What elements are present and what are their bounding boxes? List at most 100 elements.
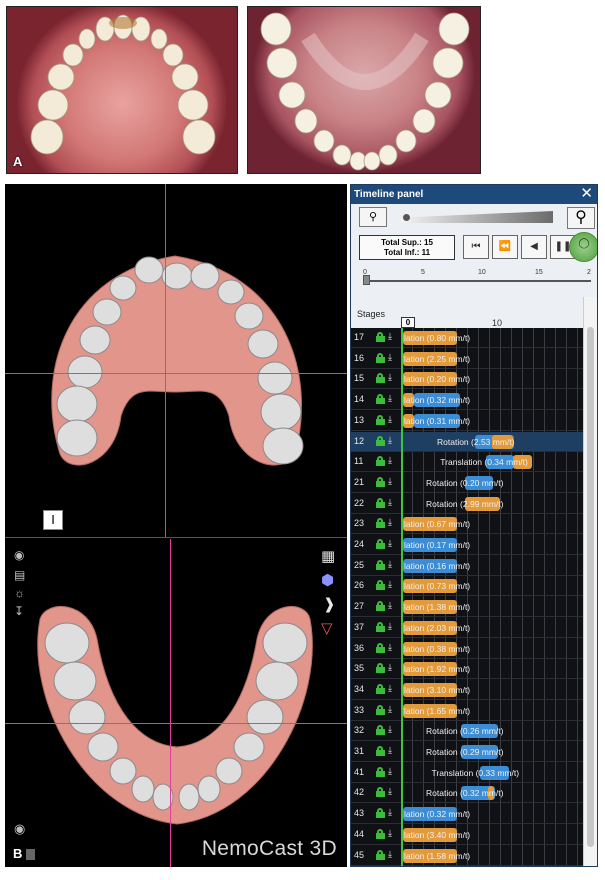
unlock-icon[interactable] — [376, 373, 385, 384]
table-row[interactable]: 17 ⤓ lation (0.80 mm/t) — [351, 328, 583, 348]
table-row[interactable]: 15 ⤓ lation (0.20 mm/t) — [351, 369, 583, 390]
download-icon[interactable]: ⤓ — [388, 683, 392, 694]
table-row[interactable]: 13 ⤓ lation (0.31 mm/t) — [351, 411, 583, 431]
download-icon[interactable]: ⤓ — [388, 455, 392, 466]
mesh-icon[interactable]: ⬢ — [321, 573, 334, 588]
3d-viewport[interactable]: I ◉ ▤ ☼ ↧ ▦ ⬢ ❱ ▽ ◉ B NemoCast 3D — [5, 184, 347, 867]
unlock-icon[interactable] — [376, 683, 385, 694]
timeline-scrollbar[interactable] — [583, 297, 597, 866]
stage-step-slider[interactable]: 0 5 10 15 2 — [363, 269, 591, 285]
table-row[interactable]: 42 ⤓ Rotation (0.32 mm/t) — [351, 783, 583, 804]
upper-jaw-view[interactable]: I — [5, 184, 347, 538]
download-icon[interactable]: ⤓ — [388, 497, 392, 508]
table-row[interactable]: 37 ⤓ lation (2.03 mm/t) — [351, 618, 583, 638]
download-icon[interactable]: ⤓ — [388, 786, 392, 797]
download-icon[interactable]: ⤓ — [388, 621, 392, 632]
download-icon[interactable]: ⤓ — [388, 642, 392, 653]
download-icon[interactable]: ⤓ — [388, 414, 392, 425]
scrollbar-thumb[interactable] — [587, 327, 594, 847]
download-icon[interactable]: ⤓ — [388, 766, 392, 777]
zoom-slider-knob[interactable] — [403, 214, 410, 221]
table-row[interactable]: 14 ⤓ lation (0.32 mm/t) — [351, 390, 583, 411]
table-row[interactable]: 41 ⤓ Translation (0.33 mm/t) — [351, 763, 583, 783]
unlock-icon[interactable] — [376, 580, 385, 591]
download-icon[interactable]: ⤓ — [388, 435, 392, 446]
table-row[interactable]: 24 ⤓ lation (0.17 mm/t) — [351, 535, 583, 555]
table-row[interactable]: 11 ⤓ Translation (0.34 mm/t) — [351, 452, 583, 473]
stage-cursor[interactable]: 0 — [401, 317, 415, 328]
snapshot-camera-icon[interactable]: ◉ — [14, 822, 25, 835]
unlock-icon[interactable] — [376, 456, 385, 467]
unlock-icon[interactable] — [376, 414, 385, 425]
unlock-icon[interactable] — [376, 539, 385, 549]
unlock-icon[interactable] — [376, 704, 385, 715]
table-row[interactable]: 21 ⤓ Rotation (0.20 mm/t) — [351, 473, 583, 493]
download-icon[interactable]: ⤓ — [388, 352, 392, 363]
zoom-slider-track[interactable] — [401, 211, 553, 223]
table-row[interactable]: 25 ⤓ lation (0.16 mm/t) — [351, 556, 583, 576]
download-icon[interactable]: ⤓ — [388, 331, 392, 342]
table-row[interactable]: 32 ⤓ Rotation (0.26 mm/t) — [351, 721, 583, 742]
step-back-button[interactable]: ◀ — [521, 235, 547, 259]
image-icon[interactable]: ▤ — [14, 569, 25, 581]
unlock-icon[interactable] — [376, 787, 385, 798]
download-icon[interactable]: ⤓ — [388, 579, 392, 590]
rewind-button[interactable]: ⏪ — [492, 235, 518, 259]
unlock-icon[interactable] — [376, 518, 385, 529]
unlock-icon[interactable] — [376, 725, 385, 736]
download-icon[interactable]: ⤓ — [388, 662, 392, 673]
zoom-out-button[interactable]: ⚲ — [359, 207, 387, 227]
download-icon[interactable]: ⤓ — [388, 600, 392, 611]
download-icon[interactable]: ⤓ — [388, 559, 392, 570]
unlock-icon[interactable] — [376, 394, 385, 405]
download-icon[interactable]: ⤓ — [388, 372, 392, 383]
table-row[interactable]: 36 ⤓ lation (0.38 mm/t) — [351, 639, 583, 659]
unlock-icon[interactable] — [376, 497, 385, 508]
zoom-in-button[interactable]: ⚲ — [567, 207, 595, 229]
stage-marker-box[interactable]: I — [43, 510, 63, 530]
play-button[interactable]: ◯ — [569, 232, 597, 262]
download-icon[interactable]: ⤓ — [388, 538, 392, 549]
table-row[interactable]: 35 ⤓ lation (1.92 mm/t) — [351, 659, 583, 680]
unlock-icon[interactable] — [376, 766, 385, 777]
grid-cube-icon[interactable]: ▦ — [321, 549, 335, 564]
download-icon[interactable]: ⤓ — [388, 745, 392, 756]
table-row[interactable]: 31 ⤓ Rotation (0.29 mm/t) — [351, 742, 583, 762]
download-icon[interactable]: ⤓ — [388, 393, 392, 404]
table-row[interactable]: 23 ⤓ lation (0.67 mm/t) — [351, 514, 583, 535]
teeth-icon[interactable]: ▽ — [321, 621, 333, 636]
table-row[interactable]: 16 ⤓ lation (2.25 mm/t) — [351, 349, 583, 369]
export-icon[interactable]: ↧ — [14, 605, 24, 617]
table-row[interactable]: 27 ⤓ lation (1.38 mm/t) — [351, 597, 583, 618]
unlock-icon[interactable] — [376, 621, 385, 632]
download-icon[interactable]: ⤓ — [388, 849, 392, 860]
unlock-icon[interactable] — [376, 808, 385, 819]
unlock-icon[interactable] — [376, 746, 385, 756]
unlock-icon[interactable] — [376, 332, 385, 342]
table-row[interactable]: 12 ⤓ Rotation (2.53 mm/t) — [351, 431, 583, 452]
table-row[interactable]: 22 ⤓ Rotation (2.99 mm/t) — [351, 494, 583, 514]
close-icon[interactable]: ✕ — [580, 185, 593, 203]
lower-jaw-view[interactable]: ◉ ▤ ☼ ↧ ▦ ⬢ ❱ ▽ ◉ B NemoCast 3D — [5, 539, 347, 867]
skip-to-start-button[interactable]: ⏮ — [463, 235, 489, 259]
download-icon[interactable]: ⤓ — [388, 517, 392, 528]
unlock-icon[interactable] — [376, 828, 385, 839]
step-slider-knob[interactable] — [363, 275, 370, 285]
table-row[interactable]: 45 ⤓ lation (1.58 mm/t) — [351, 846, 583, 866]
unlock-icon[interactable] — [376, 601, 385, 612]
unlock-icon[interactable] — [376, 663, 385, 674]
download-icon[interactable]: ⤓ — [388, 724, 392, 735]
unlock-icon[interactable] — [376, 435, 385, 446]
globe-icon[interactable]: ☼ — [14, 587, 25, 599]
unlock-icon[interactable] — [376, 642, 385, 653]
table-row[interactable]: 26 ⤓ lation (0.73 mm/t) — [351, 576, 583, 597]
download-icon[interactable]: ⤓ — [388, 476, 392, 487]
download-icon[interactable]: ⤓ — [388, 828, 392, 839]
unlock-icon[interactable] — [376, 476, 385, 487]
camera-icon[interactable]: ◉ — [14, 549, 24, 561]
table-row[interactable]: 34 ⤓ lation (3.10 mm/t) — [351, 680, 583, 700]
download-icon[interactable]: ⤓ — [388, 807, 392, 818]
unlock-icon[interactable] — [376, 559, 385, 570]
table-row[interactable]: 44 ⤓ lation (3.40 mm/t) — [351, 825, 583, 845]
download-icon[interactable]: ⤓ — [388, 704, 392, 715]
